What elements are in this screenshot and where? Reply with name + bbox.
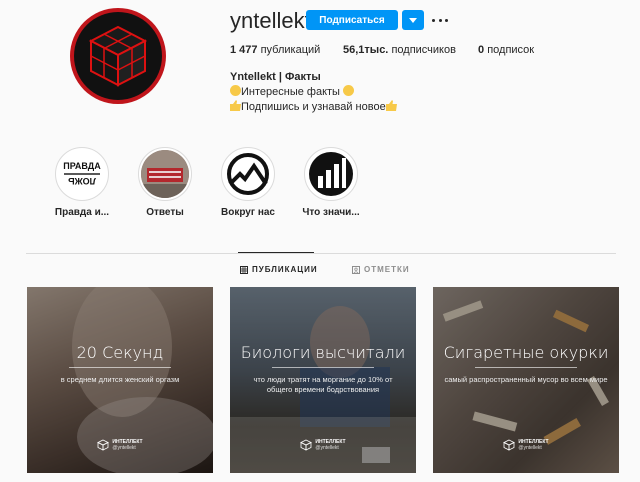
watermark-handle: @yntellekt: [518, 445, 542, 451]
highlight-label: Вокруг нас: [221, 207, 275, 218]
grinning-emoji-icon: [230, 85, 241, 96]
answers-image: [141, 150, 189, 198]
bio-line-1-text: Интересные факты: [241, 86, 340, 98]
follow-button[interactable]: Подписаться: [306, 10, 398, 30]
posts-label: публикаций: [260, 44, 321, 56]
followers-stat[interactable]: 56,1тыс. подписчиков: [343, 44, 456, 56]
bio-line-1: Интересные факты: [230, 85, 355, 98]
chevron-down-icon: [409, 17, 417, 23]
post-subtitle: в среднем длится женский оргазм: [60, 375, 180, 384]
followers-label: подписчиков: [391, 44, 456, 56]
tab-posts[interactable]: ПУБЛИКАЦИИ: [240, 265, 318, 274]
post-subtitle: самый распространенный мусор во всем мир…: [444, 375, 608, 384]
highlight-label: Что значи...: [302, 207, 360, 218]
post-divider: [69, 367, 171, 368]
highlight-item-meaning[interactable]: Что значи...: [301, 147, 361, 218]
highlight-item-truth[interactable]: ПРАВДА ЛОЖЬ Правда и...: [52, 147, 112, 218]
following-label: подписок: [487, 44, 535, 56]
post-watermark: ИНТЕЛЛЕКТ @yntellekt: [433, 439, 619, 451]
bio-line-2: Подпишись и узнавай новое: [230, 100, 397, 113]
post-subtitle: что люди тратят на моргание до 10% от об…: [253, 375, 393, 394]
watermark-handle: @yntellekt: [112, 445, 136, 451]
followers-count: 56,1тыс.: [343, 44, 389, 56]
posts-stat: 1 477 публикаций: [230, 44, 320, 56]
posts-count: 1 477: [230, 44, 258, 56]
tabs-divider: [26, 253, 616, 254]
tab-tagged[interactable]: ОТМЕТКИ: [352, 265, 410, 274]
highlight-ring: [304, 147, 358, 201]
cube-logo-icon: [97, 439, 110, 451]
dot-icon: [432, 18, 435, 22]
watermark-handle: @yntellekt: [315, 445, 339, 451]
bio-line-2-text: Подпишись и узнавай новое: [241, 101, 386, 113]
highlight-item-around[interactable]: Вокруг нас: [218, 147, 278, 218]
tag-person-icon: [352, 265, 360, 274]
post-tile[interactable]: 20 Секунд в среднем длится женский оргаз…: [27, 287, 213, 473]
profile-full-name: Yntellekt | Факты: [230, 71, 321, 83]
suggested-dropdown-button[interactable]: [402, 10, 424, 30]
profile-username: yntellekt: [230, 8, 311, 33]
bars-chart-icon: [307, 150, 355, 198]
cube-logo-icon: [503, 439, 516, 451]
grid-icon: [240, 265, 248, 274]
following-stat[interactable]: 0 подписок: [478, 44, 534, 56]
dot-icon: [438, 18, 442, 22]
post-tile[interactable]: Сигаретные окурки самый распространенный…: [433, 287, 619, 473]
tab-posts-label: ПУБЛИКАЦИИ: [252, 265, 318, 274]
highlight-label: Ответы: [146, 207, 184, 218]
lie-text: ЛОЖЬ: [68, 176, 96, 186]
highlight-label: Правда и...: [54, 207, 110, 218]
profile-avatar[interactable]: [70, 8, 166, 104]
following-count: 0: [478, 44, 485, 56]
highlight-ring: ПРАВДА ЛОЖЬ: [55, 147, 109, 201]
cube-logo-icon: [88, 25, 148, 87]
truth-lie-icon: ПРАВДА ЛОЖЬ: [58, 150, 106, 198]
mountain-circle-icon: [224, 150, 272, 198]
dot-icon: [445, 18, 448, 22]
post-watermark: ИНТЕЛЛЕКТ @yntellekt: [230, 439, 416, 451]
highlight-ring: [221, 147, 275, 201]
tab-tagged-label: ОТМЕТКИ: [364, 265, 410, 274]
post-watermark: ИНТЕЛЛЕКТ @yntellekt: [27, 439, 213, 451]
truth-text: ПРАВДА: [63, 161, 101, 171]
highlight-item-answers[interactable]: Ответы: [135, 147, 195, 218]
highlight-ring: [138, 147, 192, 201]
post-title: 20 Секунд: [76, 343, 164, 362]
post-divider: [475, 367, 577, 368]
thumbs-up-emoji-icon: [385, 100, 397, 111]
thumbs-up-emoji-icon: [230, 100, 241, 111]
active-tab-indicator: [238, 252, 314, 253]
post-title: Биологи высчитали: [240, 343, 406, 362]
post-divider: [272, 367, 374, 368]
more-options-button[interactable]: [432, 10, 448, 30]
cube-logo-icon: [300, 439, 313, 451]
post-tile[interactable]: Биологи высчитали что люди тратят на мор…: [230, 287, 416, 473]
grinning-emoji-icon: [343, 85, 355, 96]
post-title: Сигаретные окурки: [443, 343, 609, 362]
